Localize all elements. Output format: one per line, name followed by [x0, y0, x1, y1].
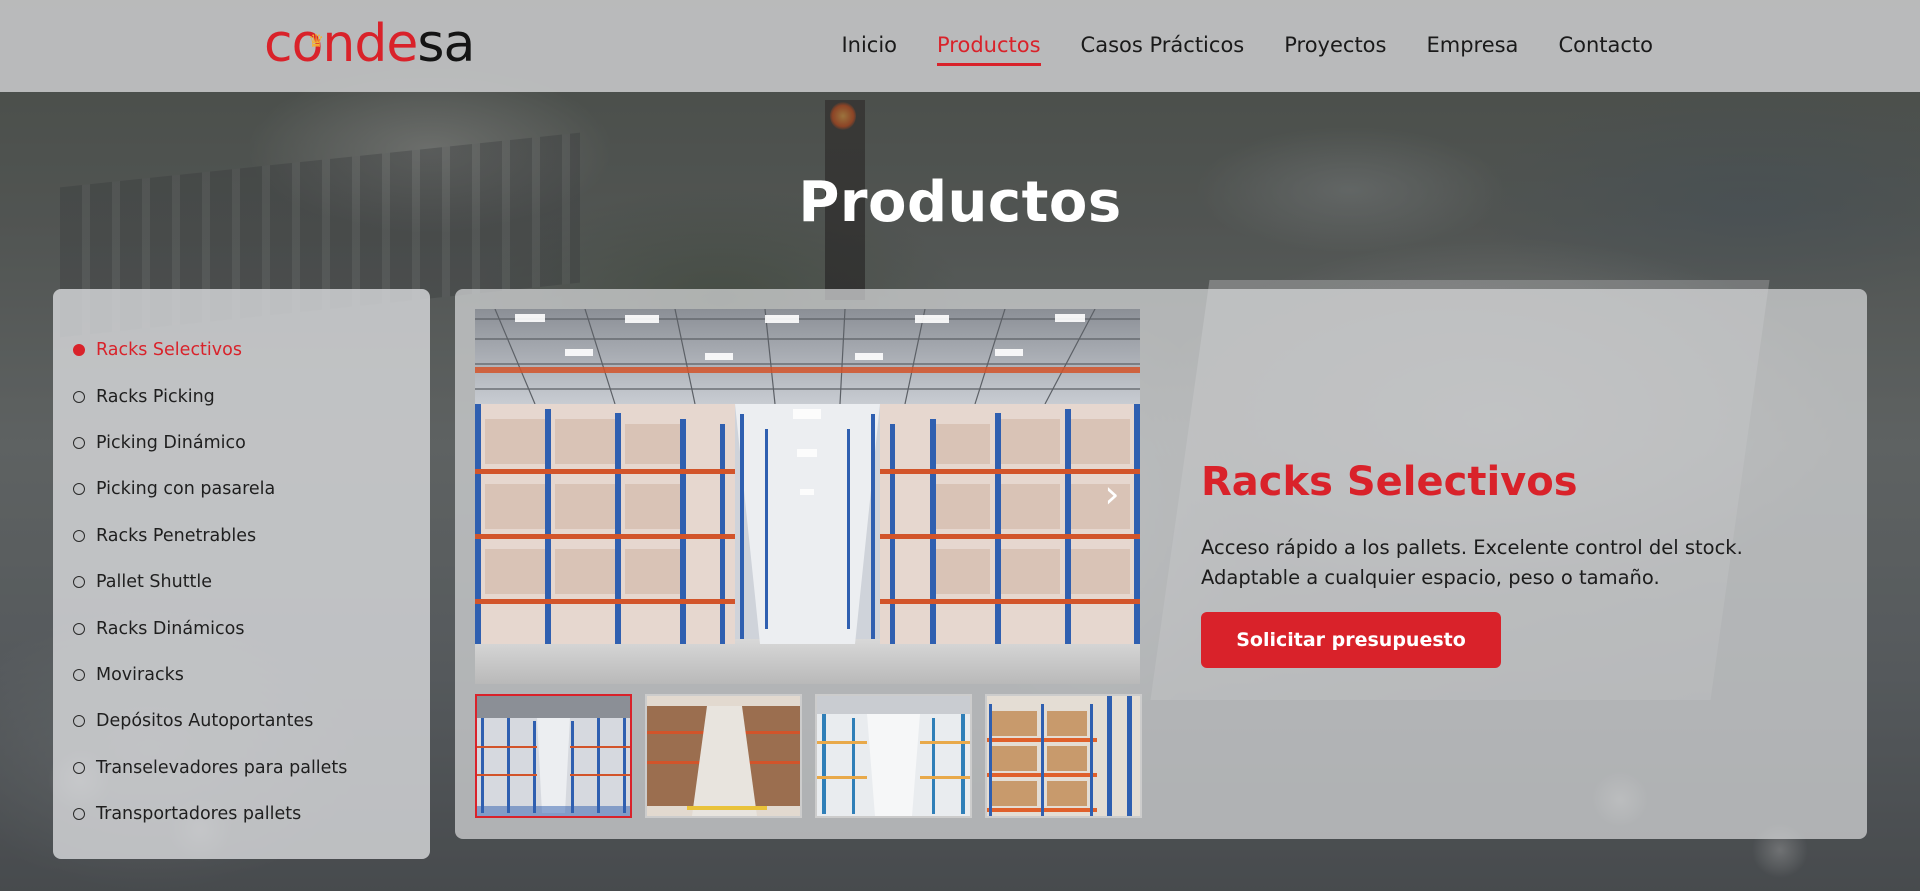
- radio-dot-icon: [73, 761, 85, 774]
- sidebar-item-depositos-autoportantes[interactable]: Depósitos Autoportantes: [73, 698, 430, 744]
- site-header: ♛ condesa Inicio Productos Casos Práctic…: [0, 0, 1920, 92]
- sidebar-item-label: Transportadores pallets: [96, 804, 302, 825]
- product-sidebar: Racks Selectivos Racks Picking Picking D…: [53, 289, 430, 859]
- sidebar-item-label: Pallet Shuttle: [96, 572, 213, 593]
- sidebar-item-label: Racks Selectivos: [96, 340, 242, 361]
- nav-inicio[interactable]: Inicio: [841, 27, 897, 66]
- sidebar-item-transportadores-pallets[interactable]: Transportadores pallets: [73, 791, 430, 837]
- radio-dot-icon: [73, 436, 85, 449]
- condesa-logo[interactable]: ♛ condesa: [264, 14, 475, 74]
- page-title: Productos: [798, 170, 1122, 235]
- sidebar-item-racks-penetrables[interactable]: Racks Penetrables: [73, 513, 430, 559]
- sidebar-item-moviracks[interactable]: Moviracks: [73, 652, 430, 698]
- radio-dot-icon: [73, 808, 85, 821]
- warehouse-racks-image: [475, 309, 1140, 684]
- nav-empresa[interactable]: Empresa: [1426, 27, 1518, 66]
- sidebar-item-label: Picking Dinámico: [96, 432, 246, 453]
- thumbnail-image: [817, 696, 970, 816]
- sidebar-item-label: Depósitos Autoportantes: [96, 711, 314, 732]
- thumbnail-3[interactable]: [815, 694, 972, 818]
- radio-dot-icon: [73, 715, 85, 728]
- product-description-line: Acceso rápido a los pallets. Excelente c…: [1201, 536, 1743, 559]
- crown-icon: ♛: [308, 31, 324, 52]
- sidebar-item-label: Transelevadores para pallets: [96, 757, 348, 778]
- nav-productos[interactable]: Productos: [937, 27, 1041, 66]
- sidebar-item-racks-picking[interactable]: Racks Picking: [73, 373, 430, 419]
- sidebar-item-label: Picking con pasarela: [96, 479, 276, 500]
- radio-dot-icon: [73, 668, 85, 681]
- main-nav: Inicio Productos Casos Prácticos Proyect…: [841, 0, 1653, 92]
- sidebar-item-label: Moviracks: [96, 664, 184, 685]
- nav-casos-practicos[interactable]: Casos Prácticos: [1081, 27, 1245, 66]
- sidebar-item-pallet-shuttle[interactable]: Pallet Shuttle: [73, 559, 430, 605]
- product-card: › Racks Selectivos Acceso rápido a los p…: [455, 289, 1867, 839]
- thumbnail-4[interactable]: [985, 694, 1142, 818]
- thumbnail-2[interactable]: [645, 694, 802, 818]
- thumbnail-image: [647, 696, 800, 816]
- radio-dot-icon: [73, 344, 85, 357]
- thumbnail-strip: [475, 694, 1142, 818]
- sidebar-item-label: Racks Picking: [96, 386, 215, 407]
- thumbnail-image: [987, 696, 1140, 816]
- request-quote-button[interactable]: Solicitar presupuesto: [1201, 612, 1501, 668]
- product-description-line: Adaptable a cualquier espacio, peso o ta…: [1201, 566, 1660, 589]
- sidebar-item-picking-con-pasarela[interactable]: Picking con pasarela: [73, 466, 430, 512]
- chevron-right-icon[interactable]: ›: [1095, 475, 1129, 513]
- thumbnail-1[interactable]: [475, 694, 632, 818]
- sidebar-item-racks-selectivos[interactable]: Racks Selectivos: [73, 327, 430, 373]
- product-title: Racks Selectivos: [1201, 459, 1578, 505]
- radio-dot-icon: [73, 390, 85, 403]
- sidebar-item-racks-dinamicos[interactable]: Racks Dinámicos: [73, 605, 430, 651]
- sidebar-item-label: Racks Penetrables: [96, 525, 257, 546]
- sidebar-item-picking-dinamico[interactable]: Picking Dinámico: [73, 420, 430, 466]
- radio-dot-icon: [73, 483, 85, 496]
- product-description: Acceso rápido a los pallets. Excelente c…: [1201, 533, 1801, 593]
- nav-contacto[interactable]: Contacto: [1558, 27, 1653, 66]
- sidebar-item-label: Racks Dinámicos: [96, 618, 245, 639]
- sidebar-item-transelevadores[interactable]: Transelevadores para pallets: [73, 745, 430, 791]
- product-main-image: [475, 309, 1140, 684]
- radio-dot-icon: [73, 622, 85, 635]
- thumbnail-image: [477, 696, 630, 816]
- radio-dot-icon: [73, 529, 85, 542]
- nav-proyectos[interactable]: Proyectos: [1284, 27, 1386, 66]
- radio-dot-icon: [73, 576, 85, 589]
